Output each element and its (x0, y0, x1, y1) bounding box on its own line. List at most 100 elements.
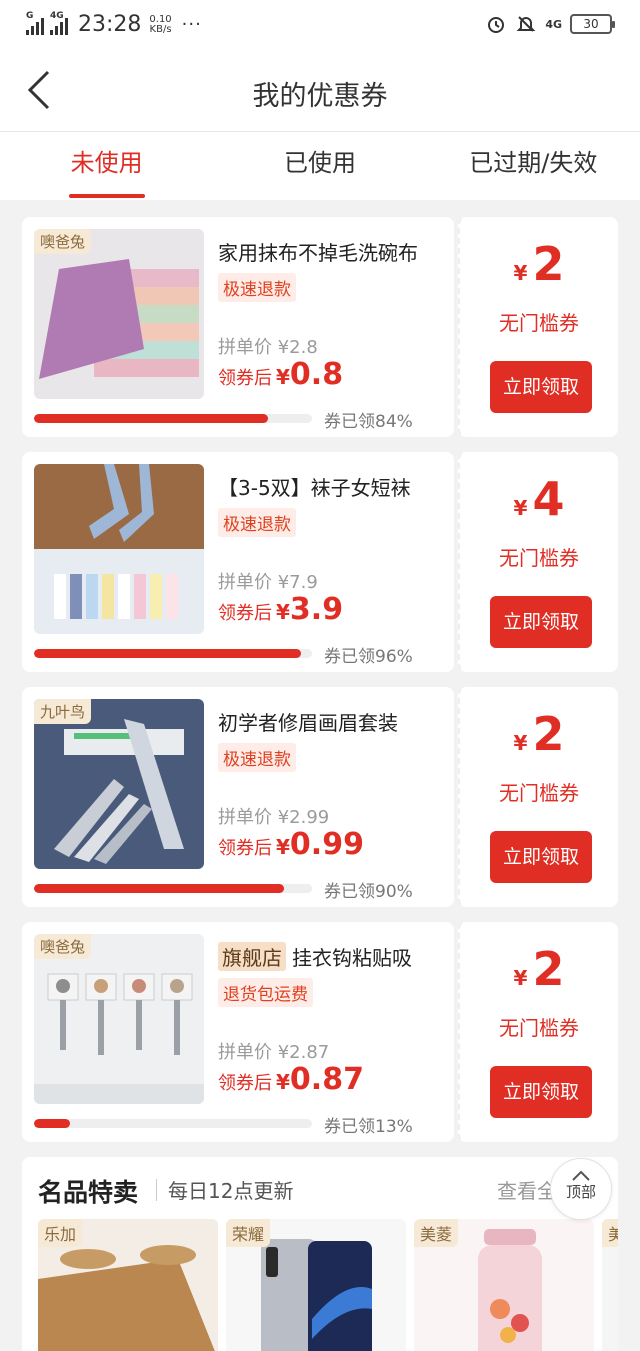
tab-unused-label: 未使用 (70, 149, 143, 177)
product-title: 【3-5双】袜子女短袜 (218, 476, 411, 500)
brand-tag: 噢爸兔 (34, 934, 92, 959)
claim-progress-text: 券已领84% (324, 412, 413, 432)
tab-used[interactable]: 已使用 (213, 132, 426, 200)
price-after-coupon: 领券后 ¥ 3.9 (218, 592, 343, 627)
price-after-coupon: 领券后 ¥ 0.87 (218, 1062, 364, 1097)
back-to-top-button[interactable]: 顶部 (550, 1158, 612, 1220)
towel-image: 噢爸兔 (34, 229, 204, 399)
section-divider (156, 1179, 157, 1201)
coupon-yen: ¥ (513, 966, 528, 990)
after-coupon-price: 0.8 (289, 357, 344, 392)
socks-image (34, 464, 204, 634)
brand-tag: 九叶鸟 (34, 699, 92, 724)
signal2-label: 4G (50, 10, 64, 21)
claim-progress-bar (34, 649, 301, 658)
brand-tag: 乐加 (38, 1219, 83, 1247)
network-4g-label: 4G (545, 17, 562, 31)
product-title: 家用抹布不掉毛洗碗布 (218, 241, 418, 265)
status-time: 23:28 (78, 12, 142, 37)
claim-progress-bar (34, 1119, 71, 1128)
coupon-value-panel: ¥ 4 无门槛券 立即领取 (458, 452, 618, 672)
coupon-product[interactable]: 噢爸兔 家用抹布不掉毛洗碗布 极速退款 拼单价 ¥2.8 领券后 ¥ 0.8 券… (22, 217, 454, 437)
claim-button[interactable]: 立即领取 (490, 361, 592, 413)
group-price: 拼单价 ¥2.87 (218, 1042, 330, 1063)
coupon-yen: ¥ (513, 261, 528, 285)
tab-bar: 未使用 已使用 已过期/失效 (0, 132, 640, 200)
back-to-top-label: 顶部 (565, 1183, 596, 1201)
tab-unused[interactable]: 未使用 (0, 132, 213, 200)
tab-expired-label: 已过期/失效 (469, 149, 598, 177)
after-coupon-yen: ¥ (276, 1070, 290, 1094)
alarm-icon (485, 13, 507, 35)
claim-button[interactable]: 立即领取 (490, 1066, 592, 1118)
brand-item[interactable]: 美 (602, 1219, 618, 1351)
group-price: 拼单价 ¥2.99 (218, 807, 330, 828)
coupon-value-panel: ¥ 2 无门槛券 立即领取 (458, 922, 618, 1142)
group-price: 拼单价 ¥7.9 (218, 572, 318, 593)
product-title: 旗舰店 挂衣钩粘贴吸 (218, 942, 446, 971)
after-coupon-price: 0.87 (289, 1062, 364, 1097)
tab-used-label: 已使用 (283, 149, 356, 177)
network-speed-value: 0.10 (149, 13, 172, 25)
chevron-up-icon (572, 1170, 590, 1181)
claim-progress (34, 1119, 312, 1128)
coupon-card[interactable]: 九叶鸟 初学者修眉画眉套装 极速退款 拼单价 ¥2.99 领券后 ¥ 0.99 … (22, 687, 618, 907)
coupon-card[interactable]: 【3-5双】袜子女短袜 极速退款 拼单价 ¥7.9 领券后 ¥ 3.9 券已领9… (22, 452, 618, 672)
after-coupon-label: 领券后 (218, 368, 272, 389)
brand-item[interactable]: 荣耀 (226, 1219, 406, 1351)
coupon-amount: ¥ 2 (460, 707, 618, 761)
coupon-card[interactable]: 噢爸兔 旗舰店 挂衣钩粘贴吸 退货包运费 拼单价 ¥2.87 领券后 ¥ 0.87… (22, 922, 618, 1142)
claim-progress-text: 券已领90% (324, 882, 413, 902)
coupon-card[interactable]: 噢爸兔 家用抹布不掉毛洗碗布 极速退款 拼单价 ¥2.8 领券后 ¥ 0.8 券… (22, 217, 618, 437)
service-tag: 退货包运费 (218, 978, 313, 1007)
signal-4g-icon: 4G (50, 11, 68, 35)
view-all-link[interactable]: 查看全 (497, 1175, 557, 1204)
coupon-product[interactable]: 噢爸兔 旗舰店 挂衣钩粘贴吸 退货包运费 拼单价 ¥2.87 领券后 ¥ 0.87… (22, 922, 454, 1142)
section-subtitle: 每日12点更新 (168, 1179, 294, 1203)
brand-tag: 美 (602, 1219, 618, 1247)
coupon-product[interactable]: 【3-5双】袜子女短袜 极速退款 拼单价 ¥7.9 领券后 ¥ 3.9 券已领9… (22, 452, 454, 672)
coupon-yen: ¥ (513, 496, 528, 520)
claim-progress-text: 券已领96% (324, 647, 413, 667)
coupon-amount-value: 2 (532, 942, 565, 996)
brand-item[interactable]: 美菱 (414, 1219, 594, 1351)
claim-button[interactable]: 立即领取 (490, 831, 592, 883)
hooks-image: 噢爸兔 (34, 934, 204, 1104)
after-coupon-label: 领券后 (218, 838, 272, 859)
after-coupon-label: 领券后 (218, 1073, 272, 1094)
brand-tag: 荣耀 (226, 1219, 271, 1247)
coupon-value-panel: ¥ 2 无门槛券 立即领取 (458, 217, 618, 437)
after-coupon-price: 0.99 (289, 827, 364, 862)
coupon-amount-value: 2 (532, 237, 565, 291)
coupon-product[interactable]: 九叶鸟 初学者修眉画眉套装 极速退款 拼单价 ¥2.99 领券后 ¥ 0.99 … (22, 687, 454, 907)
claim-progress-bar (34, 884, 285, 893)
status-bar-right: 4G 30 (485, 13, 615, 35)
coupon-amount-value: 4 (532, 472, 565, 526)
coupon-amount: ¥ 2 (460, 237, 618, 291)
after-coupon-yen: ¥ (276, 600, 290, 624)
tab-active-indicator (68, 194, 145, 198)
coupon-yen: ¥ (513, 731, 528, 755)
network-speed: 0.10 KB/s (149, 13, 172, 35)
brand-item[interactable]: 乐加 (38, 1219, 218, 1351)
tab-expired[interactable]: 已过期/失效 (427, 132, 640, 200)
flagship-store-badge: 旗舰店 (218, 942, 286, 971)
after-coupon-yen: ¥ (276, 835, 290, 859)
coupon-value-panel: ¥ 2 无门槛券 立即领取 (458, 687, 618, 907)
mute-bell-icon (515, 13, 537, 35)
group-price: 拼单价 ¥2.8 (218, 337, 318, 358)
coupon-amount: ¥ 4 (460, 472, 618, 526)
section-title: 名品特卖 (38, 1178, 139, 1207)
claim-progress (34, 649, 312, 658)
brand-tag: 噢爸兔 (34, 229, 92, 254)
coupon-type: 无门槛券 (499, 1016, 579, 1040)
claim-button[interactable]: 立即领取 (490, 596, 592, 648)
status-bar-left: G 4G 23:28 0.10 KB/s ··· (26, 10, 202, 37)
signal1-label: G (26, 10, 34, 21)
coupon-type: 无门槛券 (499, 781, 579, 805)
battery-icon: 30 (570, 14, 615, 34)
claim-progress (34, 884, 312, 893)
coupon-type: 无门槛券 (499, 546, 579, 570)
claim-progress-bar (34, 414, 268, 423)
eyebrow-razor-image: 九叶鸟 (34, 699, 204, 869)
